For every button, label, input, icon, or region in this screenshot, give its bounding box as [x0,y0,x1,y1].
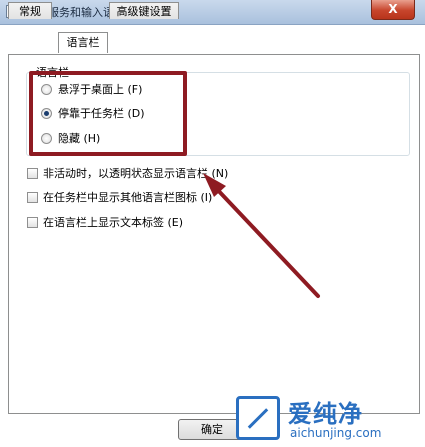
watermark-title: 爱纯净 [288,400,363,428]
annotation-arrow [203,173,320,298]
tab-language-bar[interactable]: 语言栏 [58,32,108,53]
watermark: 爱纯净 aichunjing.com [236,392,422,444]
watermark-logo-icon [236,396,280,440]
watermark-url: aichunjing.com [290,426,382,440]
